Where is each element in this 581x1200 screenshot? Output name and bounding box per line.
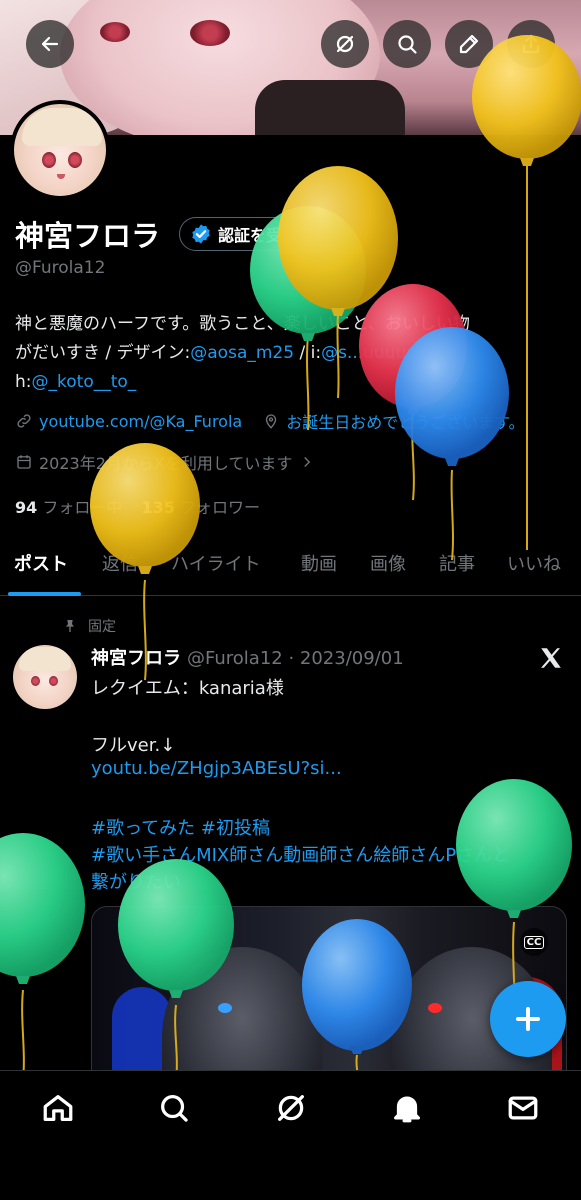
profile-display-name: 神宮フロラ: [15, 219, 161, 253]
follow-stats: 94 フォロー中 135 フォロワー: [15, 494, 260, 518]
bio-mention-link[interactable]: @_koto__to_: [32, 372, 137, 392]
tab-replies[interactable]: 返信: [102, 550, 138, 576]
share-button[interactable]: [507, 20, 555, 68]
avatar-mouth: [57, 174, 65, 179]
post-text-line: レクイエム：kanaria様: [91, 678, 284, 699]
profile-joined-row[interactable]: 2023年2月からXを利用しています: [15, 450, 316, 474]
bio-text: がだいすき / デザイン:: [15, 343, 191, 363]
captions-icon: CC: [523, 935, 545, 949]
post-author-avatar[interactable]: [13, 645, 77, 709]
profile-meta-row: youtube.com/@Ka_Furola お誕生日おめでとうございます。: [15, 409, 525, 433]
profile-handle: @Furola12: [15, 258, 106, 278]
home-icon: [43, 1095, 73, 1121]
avatar-eye: [31, 676, 40, 686]
balloon-green: [0, 833, 85, 1081]
avatar-hair: [19, 647, 71, 671]
profile-avatar[interactable]: [10, 100, 110, 200]
nav-notifications[interactable]: [390, 1091, 424, 1125]
thumbnail-eye: [218, 1003, 232, 1013]
profile-website-link[interactable]: youtube.com/@Ka_Furola: [39, 412, 242, 431]
search-icon: [161, 1095, 188, 1122]
bio-mention-link[interactable]: @s...uuuuuuu: [321, 343, 439, 363]
x-logo-icon[interactable]: [538, 645, 564, 671]
following-label: フォロー中: [42, 498, 123, 517]
post-author-meta: @Furola12 · 2023/09/01: [187, 648, 404, 669]
nav-messages[interactable]: [506, 1091, 540, 1125]
post-hashtags[interactable]: #歌い手さんMIX師さん動画師さん絵師さんPさんと: [91, 841, 510, 867]
share-icon: [522, 34, 540, 54]
grok-icon: [336, 35, 354, 53]
bio-mention-link[interactable]: @aosa_m25: [190, 343, 294, 363]
bio-line: h:@_koto__to_: [15, 368, 575, 397]
location-icon: [266, 414, 277, 429]
verified-badge-icon: [192, 224, 210, 244]
pinned-indicator: 固定: [62, 616, 116, 636]
pinned-label: 固定: [88, 619, 116, 635]
bio-text: / i:: [294, 343, 322, 363]
back-button[interactable]: [26, 20, 74, 68]
avatar-eye: [68, 152, 82, 168]
nav-grok[interactable]: [274, 1091, 308, 1125]
followers-link[interactable]: 135 フォロワー: [141, 498, 260, 517]
avatar-eye: [49, 676, 58, 686]
compose-post-button[interactable]: [490, 981, 566, 1057]
notifications-icon: [394, 1096, 420, 1123]
nav-search[interactable]: [157, 1091, 191, 1125]
bottom-navigation: [0, 1070, 581, 1200]
bio-text: h:: [15, 372, 32, 392]
tab-likes[interactable]: いいね: [507, 550, 561, 576]
grok-icon: [278, 1095, 304, 1121]
post-youtube-link[interactable]: youtu.be/ZHgjp3ABEsU?si...: [91, 758, 342, 779]
avatar-eye: [42, 152, 56, 168]
tab-videos[interactable]: 動画: [301, 550, 337, 576]
followers-count: 135: [141, 498, 175, 517]
grok-button[interactable]: [321, 20, 369, 68]
following-count: 94: [15, 498, 38, 517]
arrow-left-icon: [41, 36, 59, 52]
followers-label: フォロワー: [179, 498, 260, 517]
calendar-icon: [17, 455, 31, 469]
get-verified-label: 認証を受ける: [218, 226, 315, 245]
post-hashtags[interactable]: #歌ってみた #初投稿: [91, 814, 270, 840]
nav-home[interactable]: [41, 1091, 75, 1125]
edit-button[interactable]: [445, 20, 493, 68]
edit-icon: [459, 34, 479, 54]
following-link[interactable]: 94 フォロー中: [15, 498, 122, 517]
post-header: 神宮フロラ @Furola12 · 2023/09/01: [91, 644, 404, 670]
post-hashtags[interactable]: 繋がりたい: [91, 868, 181, 894]
banner-art-eye: [190, 20, 230, 46]
tab-images[interactable]: 画像: [370, 550, 406, 576]
bio-line: 神と悪魔のハーフです。歌うこと、楽しいこと、おいしい物: [15, 314, 470, 334]
tab-articles[interactable]: 記事: [439, 550, 475, 576]
profile-bio: 神と悪魔のハーフです。歌うこと、楽しいこと、おいしい物 がだいすき / デザイン…: [15, 310, 575, 397]
pin-icon: [66, 620, 74, 632]
avatar-hair: [22, 108, 102, 146]
post-text-line: フルver.↓: [91, 735, 176, 756]
active-tab-indicator: [8, 592, 81, 596]
chevron-right-icon: [304, 457, 311, 467]
search-button[interactable]: [383, 20, 431, 68]
captions-button[interactable]: CC: [520, 928, 548, 956]
profile-tabs: ポスト 返信 ハイライト 動画 画像 記事 いいね: [0, 538, 581, 596]
post-author-name[interactable]: 神宮フロラ: [91, 648, 181, 669]
tab-highlights[interactable]: ハイライト: [171, 550, 261, 576]
bio-text: /: [438, 343, 450, 363]
get-verified-button[interactable]: 認証を受ける: [179, 217, 330, 251]
profile-joined-date: 2023年2月からXを利用しています: [39, 454, 293, 473]
tab-posts[interactable]: ポスト: [14, 550, 68, 576]
bio-line: がだいすき / デザイン:@aosa_m25 / i:@s...uuuuuuu …: [15, 339, 575, 368]
thumbnail-eye: [428, 1003, 442, 1013]
plus-icon: [516, 1007, 540, 1031]
banner-art-eye: [100, 22, 130, 42]
banner-art-collar: [255, 80, 405, 135]
profile-location: お誕生日おめでとうございます。: [286, 413, 525, 432]
messages-icon: [508, 1096, 538, 1120]
search-icon: [398, 35, 417, 54]
link-icon: [17, 414, 31, 428]
